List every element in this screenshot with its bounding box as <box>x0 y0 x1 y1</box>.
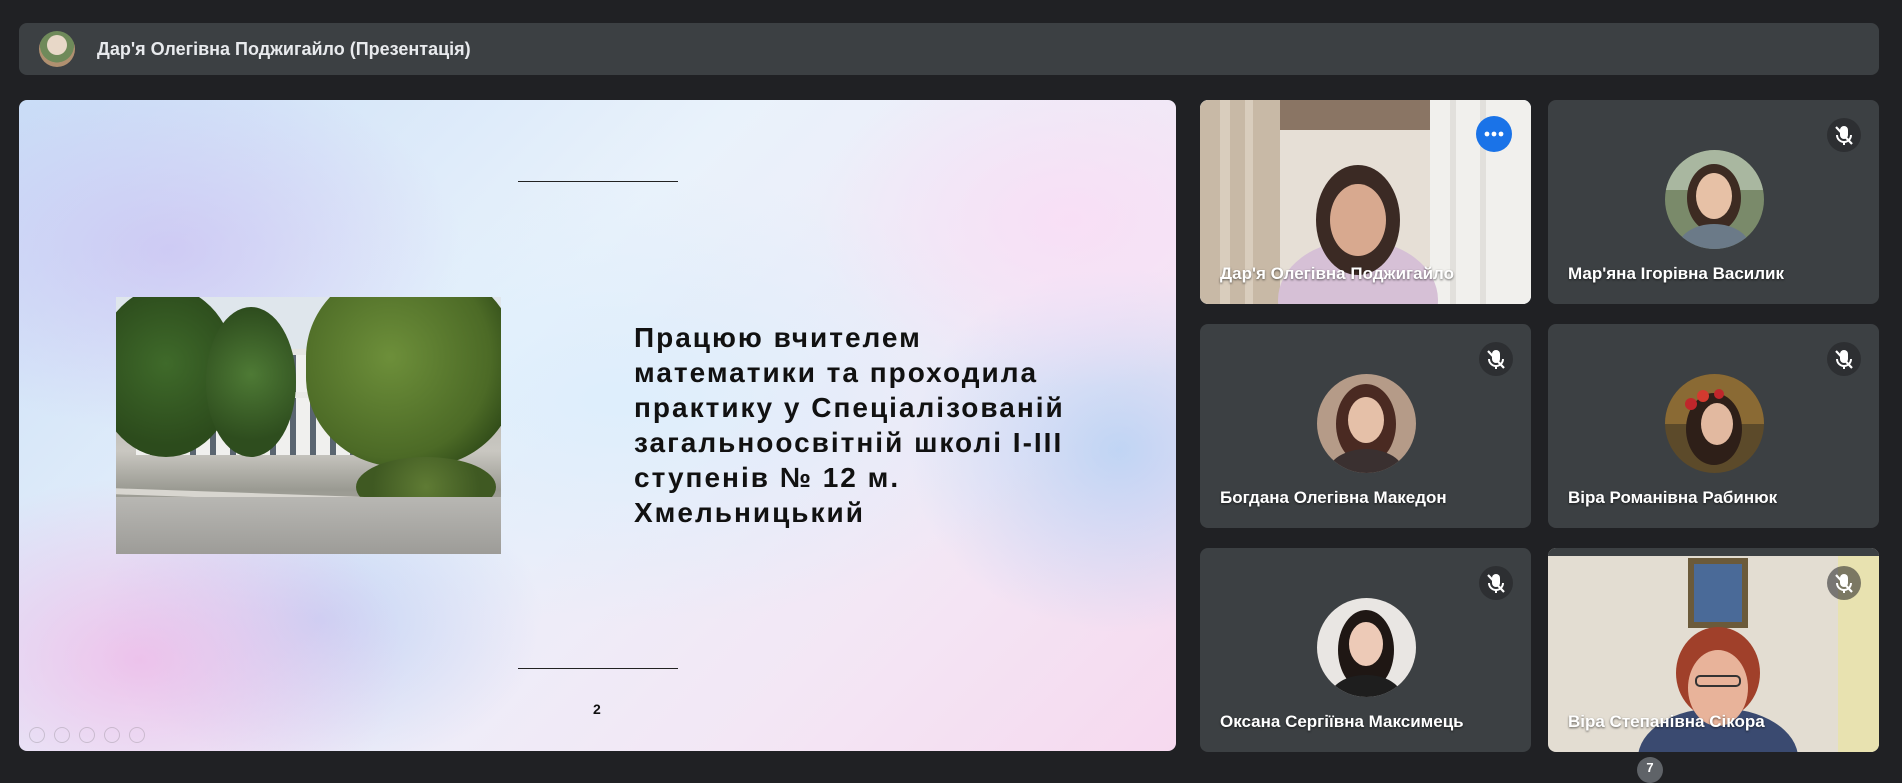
mic-off-icon <box>1827 566 1861 600</box>
slide-top-rule <box>518 181 678 182</box>
mic-off-icon <box>1827 118 1861 152</box>
slide-body-text: Працюю вчителем математики та проходила … <box>634 320 1104 530</box>
mic-off-icon <box>1827 342 1861 376</box>
mic-off-icon <box>1479 342 1513 376</box>
participant-name: Дар'я Олегівна Поджигайло <box>1220 264 1454 283</box>
back-icon[interactable] <box>29 727 45 743</box>
people-count-badge[interactable]: 7 <box>1637 757 1663 783</box>
forward-icon[interactable] <box>54 727 70 743</box>
slide-text-line: практику у Спеціалізованій <box>634 392 1065 423</box>
slide-controls[interactable] <box>29 727 145 743</box>
avatar <box>1664 150 1764 249</box>
participant-tile[interactable]: Богдана Олегівна Македон <box>1200 324 1531 528</box>
school-photo <box>116 297 501 554</box>
participant-name: Оксана Сергіївна Максимець <box>1220 712 1464 731</box>
pen-icon[interactable] <box>79 727 95 743</box>
participant-name: Богдана Олегівна Македон <box>1220 488 1447 507</box>
participant-name: Віра Степанівна Сікора <box>1568 712 1765 731</box>
presenter-avatar <box>39 31 75 67</box>
presentation-header: Дар'я Олегівна Поджигайло (Презентація) <box>19 23 1879 75</box>
slide-page-number: 2 <box>593 701 601 717</box>
more-options-icon <box>1484 131 1504 137</box>
tree <box>206 307 296 457</box>
willow-tree <box>306 297 501 467</box>
mic-off-icon <box>1479 566 1513 600</box>
slide-text-line: математики та проходила <box>634 357 1039 388</box>
road <box>116 497 501 554</box>
slide-text-line: Працюю вчителем <box>634 322 922 353</box>
presenter-title: Дар'я Олегівна Поджигайло (Презентація) <box>97 38 471 59</box>
participant-tile[interactable]: Оксана Сергіївна Максимець <box>1200 548 1531 752</box>
participant-name: Мар'яна Ігорівна Василик <box>1568 264 1784 283</box>
slide-bottom-rule <box>518 668 678 669</box>
avatar <box>1316 374 1416 473</box>
more-options-button[interactable] <box>1476 116 1512 152</box>
avatar <box>1316 598 1416 697</box>
slide-text-line: ступенів № 12 м. <box>634 462 901 493</box>
shared-presentation-slide: Працюю вчителем математики та проходила … <box>19 100 1176 751</box>
participant-tile[interactable]: Віра Романівна Рабинюк <box>1548 324 1879 528</box>
participant-tile[interactable]: Віра Степанівна Сікора <box>1548 548 1879 752</box>
slide-text-line: загальноосвітній школі І-ІІІ <box>634 427 1064 458</box>
avatar <box>1664 374 1764 473</box>
participant-tile-active[interactable]: Дар'я Олегівна Поджигайло <box>1200 100 1531 304</box>
zoom-icon[interactable] <box>104 727 120 743</box>
participant-tile[interactable]: Мар'яна Ігорівна Василик <box>1548 100 1879 304</box>
more-icon[interactable] <box>129 727 145 743</box>
slide-text-line: Хмельницький <box>634 497 865 528</box>
participant-name: Віра Романівна Рабинюк <box>1568 488 1778 507</box>
